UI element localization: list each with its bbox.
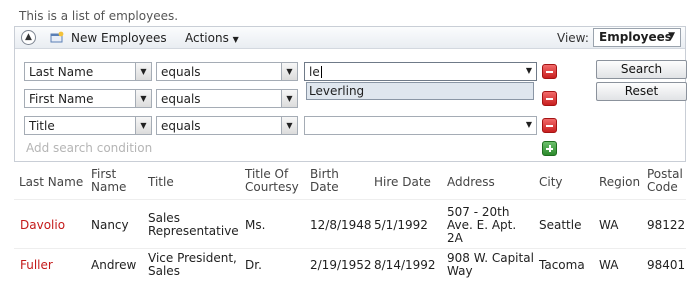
add-search-condition[interactable]: Add search condition	[26, 141, 152, 155]
operator-select-1[interactable]: equals ▼	[156, 62, 298, 81]
view-selector[interactable]: Employees ▼	[593, 28, 681, 47]
autocomplete-suggestion[interactable]: Leverling	[306, 82, 534, 100]
cell-courtesy: Dr.	[245, 258, 262, 272]
column-header-first-name[interactable]: First Name	[91, 168, 139, 194]
remove-condition-icon[interactable]	[542, 118, 557, 133]
column-header-postal-code[interactable]: Postal Code	[647, 168, 687, 194]
new-record-icon	[50, 31, 64, 43]
row-divider	[14, 248, 686, 249]
cell-first-name: Andrew	[91, 258, 137, 272]
cell-last-name[interactable]: Davolio	[20, 219, 65, 232]
row-divider	[14, 199, 686, 200]
cell-region: WA	[599, 258, 619, 272]
collapse-button[interactable]: ▲	[21, 30, 36, 45]
cell-title: Vice President, Sales	[148, 251, 237, 278]
chevron-down-icon: ▼	[281, 90, 297, 107]
view-label: View:	[557, 31, 589, 45]
page-description: This is a list of employees.	[19, 9, 179, 23]
chevron-down-icon: ▼	[135, 117, 151, 134]
cell-last-name[interactable]: Fuller	[20, 259, 53, 272]
cell-address: 507 - 20th Ave. E. Apt. 2A	[447, 205, 517, 245]
column-header-title[interactable]: Title	[148, 176, 174, 189]
cell-courtesy: Ms.	[245, 218, 266, 232]
dropdown-arrow-icon: ▼	[232, 35, 239, 44]
cell-region: WA	[599, 218, 619, 232]
cell-hire-date: 8/14/1992	[374, 258, 436, 272]
value-input-1[interactable]: le ▼	[304, 62, 537, 81]
cell-postal-code: 98401	[647, 258, 686, 272]
cell-birth-date: 2/19/1952	[310, 258, 372, 272]
field-select-2[interactable]: First Name ▼	[24, 89, 152, 108]
field-select-3[interactable]: Title ▼	[24, 116, 152, 135]
cell-city: Seattle	[539, 218, 582, 232]
search-button[interactable]: Search	[596, 60, 687, 79]
chevron-down-icon: ▼	[281, 63, 297, 80]
chevron-down-icon: ▼	[281, 117, 297, 134]
remove-condition-icon[interactable]	[542, 64, 557, 79]
toolbar: ▲ New Employees Actions ▼ View: Employee…	[15, 27, 685, 49]
chevron-down-icon: ▼	[525, 66, 532, 75]
cell-address: 908 W. Capital Way	[447, 251, 534, 278]
column-header-birth-date[interactable]: Birth Date	[310, 168, 350, 194]
cell-postal-code: 98122	[647, 218, 686, 232]
actions-menu[interactable]: Actions ▼	[185, 31, 239, 45]
column-header-region[interactable]: Region	[599, 176, 640, 189]
operator-select-2[interactable]: equals ▼	[156, 89, 298, 108]
operator-select-3[interactable]: equals ▼	[156, 116, 298, 135]
cell-city: Tacoma	[539, 258, 585, 272]
cell-title: Sales Representative	[148, 211, 239, 238]
value-input-3[interactable]: ▼	[304, 116, 537, 135]
new-employees-button[interactable]: New Employees	[71, 31, 167, 45]
field-select-1[interactable]: Last Name ▼	[24, 62, 152, 81]
reset-button[interactable]: Reset	[596, 82, 687, 101]
cell-hire-date: 5/1/1992	[374, 218, 428, 232]
chevron-down-icon: ▼	[668, 31, 675, 41]
column-header-address[interactable]: Address	[447, 176, 495, 189]
chevron-down-icon: ▼	[135, 63, 151, 80]
column-header-last-name[interactable]: Last Name	[19, 176, 83, 189]
remove-condition-icon[interactable]	[542, 91, 557, 106]
add-condition-icon[interactable]	[542, 141, 557, 156]
chevron-down-icon: ▼	[135, 90, 151, 107]
chevron-down-icon: ▼	[525, 120, 532, 129]
column-header-city[interactable]: City	[539, 176, 563, 189]
column-header-courtesy[interactable]: Title Of Courtesy	[245, 168, 303, 194]
column-header-hire-date[interactable]: Hire Date	[374, 176, 431, 189]
cell-first-name: Nancy	[91, 218, 129, 232]
cell-birth-date: 12/8/1948	[310, 218, 372, 232]
